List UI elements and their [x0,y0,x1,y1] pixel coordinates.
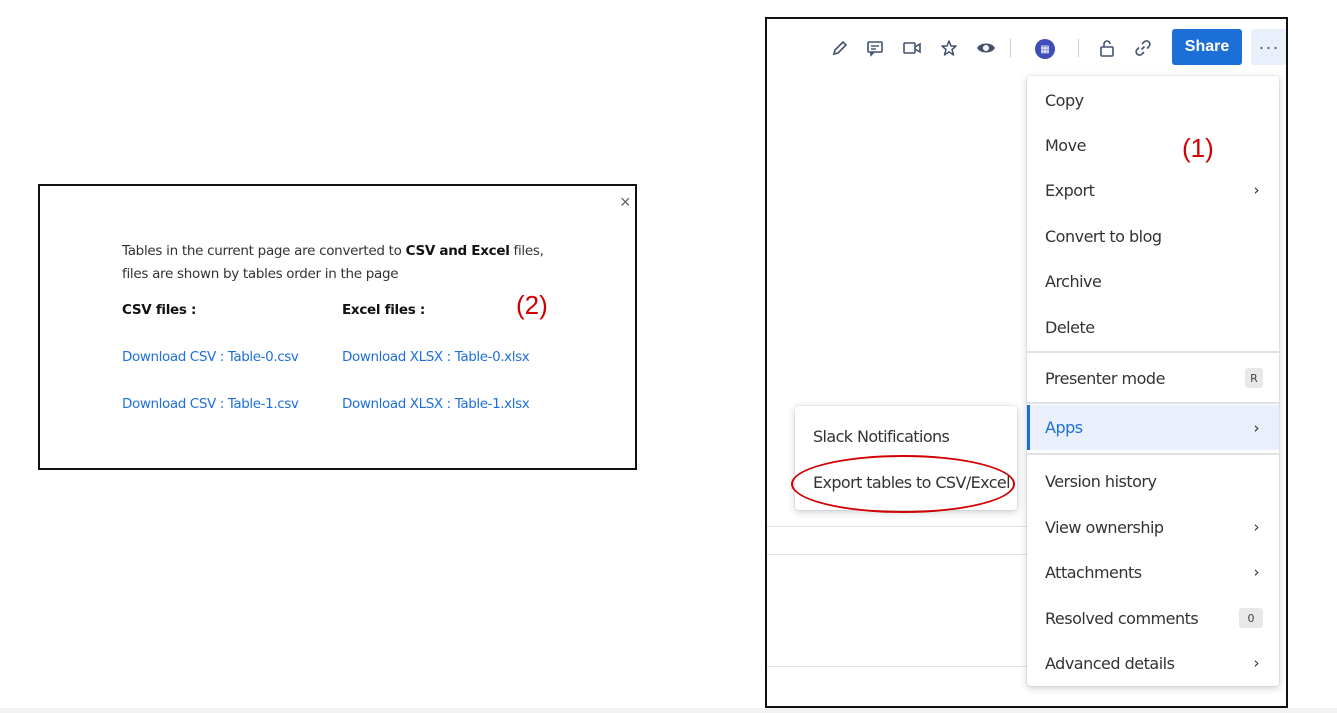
comment-icon[interactable] [864,37,886,59]
video-icon[interactable] [901,37,923,59]
download-xlsx-table-1-link[interactable]: Download XLSX : Table-1.xlsx [342,396,530,412]
menu-separator [1027,402,1279,404]
watch-icon[interactable] [975,37,997,59]
annotation-marker-2: (2) [516,290,548,320]
shortcut-badge: R [1245,368,1263,388]
excel-files-heading: Excel files : [342,302,425,318]
chevron-right-icon: › [1253,654,1260,672]
more-actions-menu: (1) Copy Move Export › Convert to blog Ar… [1027,76,1279,686]
menu-item-advanced-details[interactable]: Advanced details › [1027,641,1279,685]
export-tables-dialog: × Tables in the current page are convert… [38,184,637,470]
dialog-description: Tables in the current page are converted… [122,243,544,282]
edit-icon[interactable] [829,37,851,59]
download-csv-table-0-link[interactable]: Download CSV : Table-0.csv [122,349,299,365]
apps-submenu: Slack Notifications Export tables to CSV… [791,406,1017,513]
menu-item-attachments[interactable]: Attachments › [1027,550,1279,594]
page-divider [767,526,1027,527]
download-csv-table-1-link[interactable]: Download CSV : Table-1.csv [122,396,299,412]
menu-item-archive[interactable]: Archive [1027,259,1279,303]
count-badge: 0 [1239,608,1263,628]
share-button[interactable]: Share [1172,29,1242,65]
bottom-strip [0,708,1337,713]
menu-item-version-history[interactable]: Version history [1027,459,1279,503]
menu-item-convert-to-blog[interactable]: Convert to blog [1027,214,1279,258]
page-divider [767,666,1027,667]
download-xlsx-table-0-link[interactable]: Download XLSX : Table-0.xlsx [342,349,530,365]
menu-item-copy[interactable]: Copy [1027,78,1279,122]
page-panel: ▦ Share ··· (1) Copy Move Export › Conver… [765,17,1288,708]
menu-item-presenter-mode[interactable]: Presenter mode R [1027,356,1279,400]
star-icon[interactable] [938,37,960,59]
menu-item-resolved-comments[interactable]: Resolved comments 0 [1027,596,1279,640]
chevron-right-icon: › [1253,518,1260,536]
menu-separator [1027,453,1279,455]
toolbar-divider [1010,39,1011,57]
menu-item-move[interactable]: Move [1027,123,1279,167]
menu-item-export[interactable]: Export › [1027,168,1279,212]
close-icon[interactable]: × [620,192,631,213]
chevron-right-icon: › [1253,563,1260,581]
menu-item-delete[interactable]: Delete [1027,305,1279,349]
submenu-item-slack-notifications[interactable]: Slack Notifications [813,427,950,446]
toolbar-divider [1078,39,1079,57]
page-divider [767,554,1027,555]
csv-files-heading: CSV files : [122,302,197,318]
link-icon[interactable] [1132,37,1154,59]
avatar[interactable]: ▦ [1035,39,1055,59]
more-actions-button[interactable]: ··· [1251,29,1286,65]
menu-separator [1027,351,1279,353]
chevron-right-icon: › [1253,418,1260,437]
menu-item-view-ownership[interactable]: View ownership › [1027,505,1279,549]
chevron-right-icon: › [1253,181,1260,199]
highlight-annotation [791,455,1015,513]
unlock-icon[interactable] [1096,37,1118,59]
menu-item-apps[interactable]: Apps › [1027,405,1279,450]
